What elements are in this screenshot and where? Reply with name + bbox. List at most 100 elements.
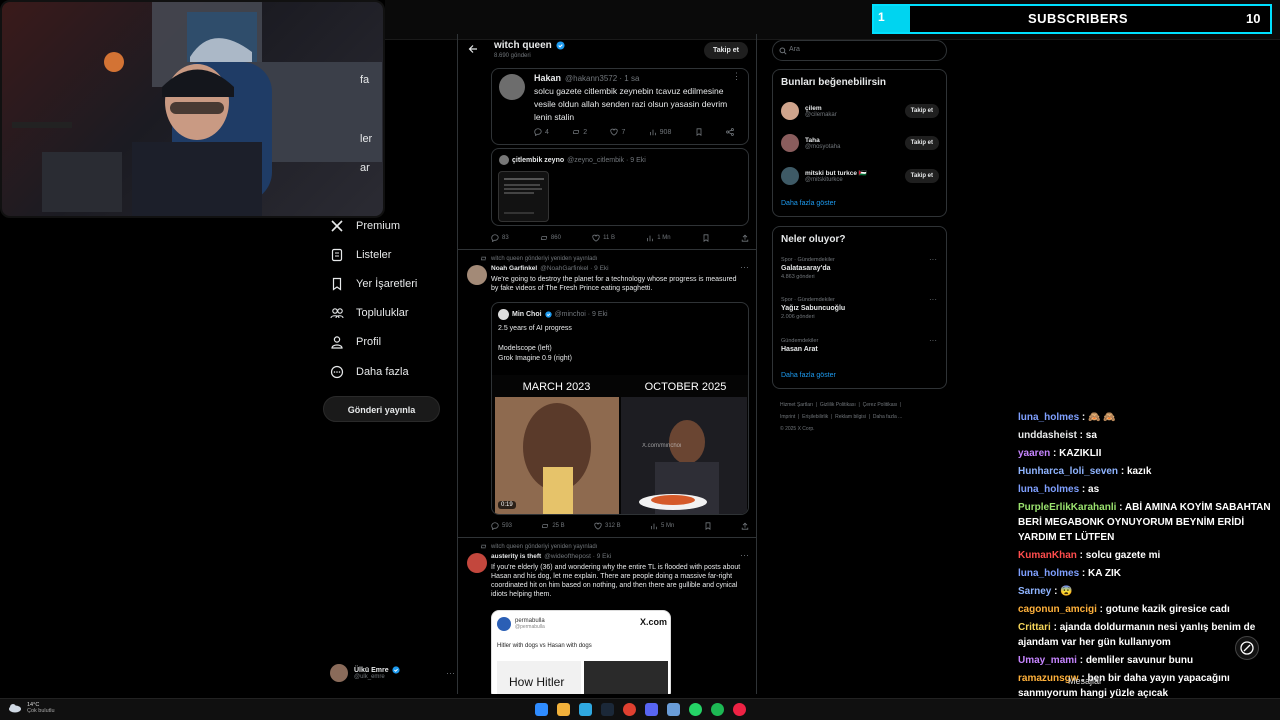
steam-icon[interactable] xyxy=(601,703,614,716)
more-dots-icon[interactable]: ⋮ xyxy=(732,71,741,82)
chat-username[interactable]: luna_holmes xyxy=(1018,412,1079,423)
nav-item-premium[interactable]: Premium xyxy=(330,219,400,233)
chat-username[interactable]: PurpleErlikKarahanli xyxy=(1018,502,1116,513)
search-input[interactable]: Ara xyxy=(772,40,947,61)
nav-item-lists[interactable]: Listeler xyxy=(330,248,391,262)
whatsapp-icon[interactable] xyxy=(689,703,702,716)
chat-username[interactable]: Hunharca_loli_seven xyxy=(1018,466,1118,477)
more-dots-icon[interactable]: ··· xyxy=(929,255,937,264)
follow-button[interactable]: Takip et xyxy=(904,104,939,118)
nav-item-bookmarks[interactable]: Yer İşaretleri xyxy=(330,277,417,291)
footer-link[interactable]: Gizlilik Politikası xyxy=(820,402,856,408)
embedded-image[interactable]: permabulla @permabulla X.com Hitler with… xyxy=(491,610,671,694)
start-icon[interactable] xyxy=(535,703,548,716)
chat-username[interactable]: Crittari xyxy=(1018,622,1051,633)
bookmark-icon xyxy=(330,277,344,291)
reply-action[interactable]: 593 xyxy=(491,522,512,530)
bookmark-icon[interactable] xyxy=(695,128,703,136)
trend-item[interactable]: Spor · Gündemdekiler Yağız Sabuncuoğlu 2… xyxy=(781,295,941,320)
back-arrow-icon[interactable] xyxy=(468,44,478,54)
bookmark-icon[interactable] xyxy=(704,522,712,530)
weather-widget[interactable]: 14°C Çok bulutlu xyxy=(8,702,55,714)
discord-icon[interactable] xyxy=(645,703,658,716)
nav-item-partial-3[interactable]: ar xyxy=(330,162,370,174)
chat-username[interactable]: cagonun_amcigi xyxy=(1018,604,1097,615)
views-action[interactable]: 1 Mn xyxy=(646,234,671,242)
chat-username[interactable]: unddasheist xyxy=(1018,430,1077,441)
reply-action[interactable]: 4 xyxy=(534,128,549,136)
show-more-link[interactable]: Daha fazla göster xyxy=(781,200,836,207)
bookmark-icon[interactable] xyxy=(702,234,710,242)
more-dots-icon[interactable]: ··· xyxy=(446,668,455,678)
stream-chat: luna_holmes : 🙈 🙈 unddasheist : sa yaaren … xyxy=(1018,410,1278,720)
follow-button[interactable]: Takip et xyxy=(904,169,939,183)
nav-item-communities[interactable]: Topluluklar xyxy=(330,306,409,320)
trend-item[interactable]: Gündemdekiler Hasan Arat ··· xyxy=(781,336,941,353)
share-icon[interactable] xyxy=(741,234,749,242)
repost-action[interactable]: 25 B xyxy=(541,522,565,530)
show-more-link[interactable]: Daha fazla göster xyxy=(781,372,836,379)
more-dots-icon[interactable]: ··· xyxy=(740,550,749,560)
reply-action[interactable]: 83 xyxy=(491,234,509,242)
views-action[interactable]: 5 Mn xyxy=(650,522,674,530)
avatar[interactable] xyxy=(467,265,487,285)
more-dots-icon[interactable]: ··· xyxy=(929,336,937,345)
trend-item[interactable]: Spor · Gündemdekiler Galatasaray'da 4.86… xyxy=(781,255,941,280)
more-dots-icon[interactable]: ··· xyxy=(929,295,937,304)
video-player[interactable]: MARCH 2023 OCTOBER 2025 X.com/minchoi 0:… xyxy=(492,375,748,514)
views-action[interactable]: 908 xyxy=(649,128,671,136)
chat-text: 😨 xyxy=(1060,586,1073,597)
share-icon[interactable] xyxy=(741,522,749,530)
author-handle: @NoahGarfinkel · 9 Eki xyxy=(540,265,609,272)
repost-action[interactable]: 2 xyxy=(572,128,587,136)
footer-link[interactable]: Daha fazla ... xyxy=(873,414,902,420)
footer-link[interactable]: Çerez Politikası xyxy=(863,402,898,408)
quoted-tweet[interactable]: Min Choi @minchoi · 9 Eki 2.5 years of A… xyxy=(491,302,749,515)
footer-link[interactable]: Erişilebilirlik xyxy=(802,414,828,420)
panel-title: Bunları beğenebilirsin xyxy=(781,77,887,88)
spotify-icon[interactable] xyxy=(711,703,724,716)
quoted-tweet[interactable]: çitlembik zeyno @zeyno_citlembik · 9 Eki xyxy=(491,148,749,226)
app-icon[interactable] xyxy=(733,703,746,716)
reply-card[interactable]: Hakan @hakann3572 · 1 sa ⋮ solcu gazete … xyxy=(491,68,749,145)
nav-item-profile[interactable]: Profil xyxy=(330,335,381,349)
chat-text: kazık xyxy=(1126,466,1152,477)
chat-username[interactable]: Sarney xyxy=(1018,586,1051,597)
repost-action[interactable]: 860 xyxy=(540,234,561,242)
suggested-user[interactable]: çilem @cilemakar Takip et xyxy=(781,100,939,122)
nav-item-partial-1[interactable]: fa xyxy=(330,74,369,86)
folder-icon[interactable] xyxy=(557,703,570,716)
avatar[interactable] xyxy=(467,553,487,573)
nav-item-partial-2[interactable]: ler xyxy=(330,133,372,145)
chat-username[interactable]: luna_holmes xyxy=(1018,484,1079,495)
search-icon xyxy=(779,47,787,55)
suggested-user[interactable]: mitski but turkce 🇵🇸 @mitskiturkce Takip … xyxy=(781,165,939,187)
follow-button[interactable]: Takip et xyxy=(904,136,939,150)
like-action[interactable]: 11 B xyxy=(592,234,615,242)
like-action[interactable]: 312 B xyxy=(594,522,621,530)
app-icon[interactable] xyxy=(667,703,680,716)
chat-username[interactable]: luna_holmes xyxy=(1018,568,1079,579)
account-switcher[interactable]: Ülkü Emre @ulk_emre ··· xyxy=(330,660,455,686)
footer-link[interactable]: Reklam bilgisi xyxy=(835,414,866,420)
nav-item-more[interactable]: Daha fazla xyxy=(330,365,409,379)
chat-username[interactable]: KumanKhan xyxy=(1018,550,1077,561)
share-icon[interactable] xyxy=(726,128,734,136)
screenshot-thumbnail[interactable] xyxy=(498,171,549,222)
trends-panel: Neler oluyor? Spor · Gündemdekiler Galat… xyxy=(772,226,947,389)
follow-button[interactable]: Takip et xyxy=(704,42,748,59)
more-dots-icon[interactable]: ··· xyxy=(740,262,749,272)
footer-link[interactable]: Hizmet Şartları xyxy=(780,402,813,408)
footer-link[interactable]: Imprint xyxy=(780,414,795,420)
like-action[interactable]: 7 xyxy=(610,128,625,136)
video-caption: MARCH 2023 xyxy=(522,381,591,393)
chat-action-button[interactable] xyxy=(1235,636,1259,660)
subscriber-count: 10 xyxy=(1246,11,1261,26)
timeline[interactable]: witch queen 8.690 gönderi Takip et Hakan… xyxy=(457,34,757,694)
chat-username[interactable]: Umay_mami xyxy=(1018,655,1077,666)
suggested-user[interactable]: Taha @mosyotaha Takip et xyxy=(781,132,939,154)
chat-username[interactable]: yaaren xyxy=(1018,448,1050,459)
app-icon[interactable] xyxy=(623,703,636,716)
post-button[interactable]: Gönderi yayınla xyxy=(323,396,440,422)
edge-icon[interactable] xyxy=(579,703,592,716)
